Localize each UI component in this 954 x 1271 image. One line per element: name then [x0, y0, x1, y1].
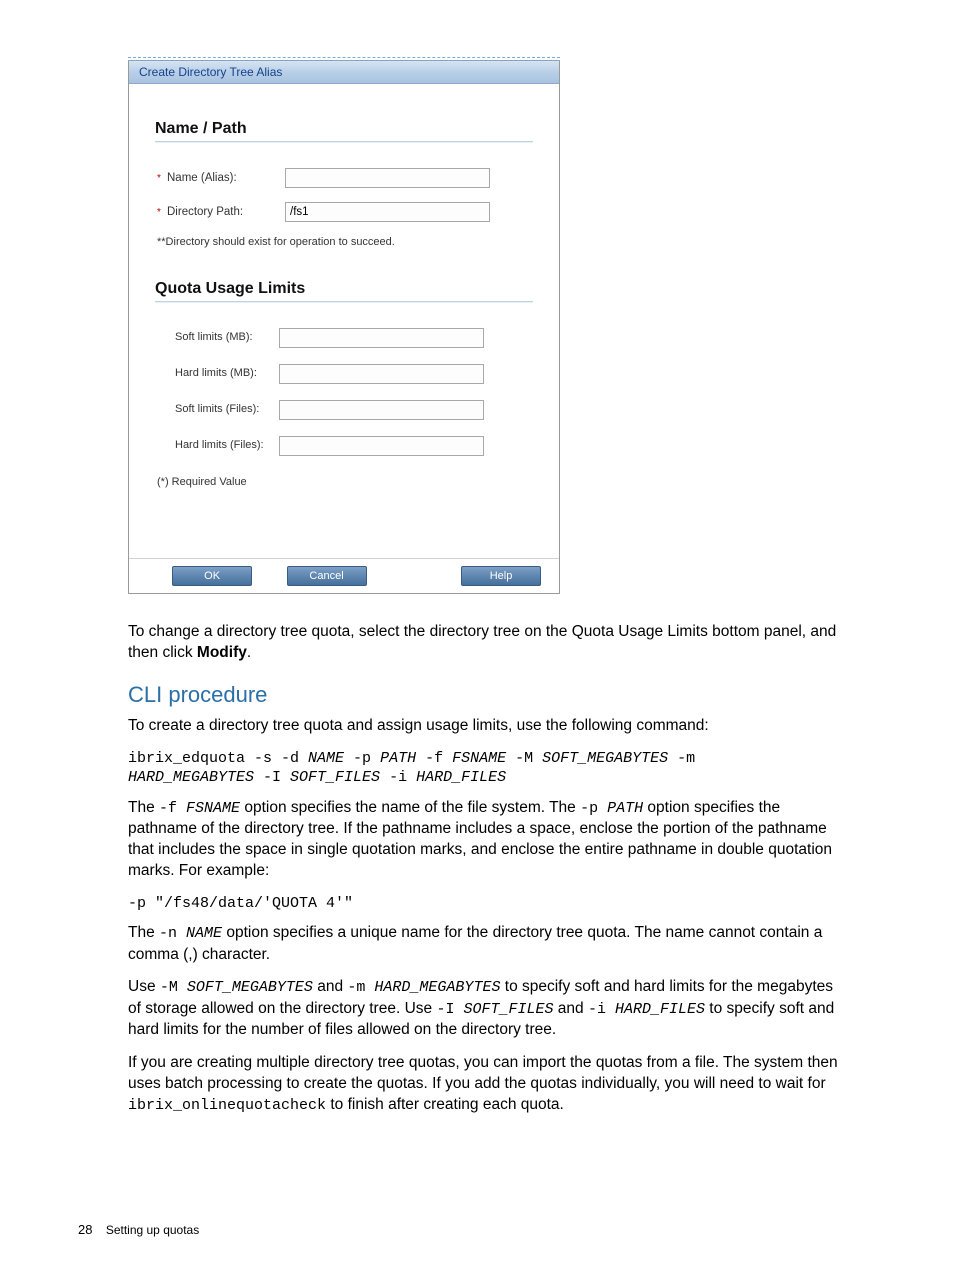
hard-limits-mb-input[interactable]	[279, 364, 484, 384]
hard-limits-files-input[interactable]	[279, 436, 484, 456]
footer-section-title: Setting up quotas	[106, 1223, 199, 1237]
heading-cli-procedure: CLI procedure	[128, 682, 844, 708]
section-quota-limits: Quota Usage Limits	[155, 280, 533, 302]
cancel-button[interactable]: Cancel	[287, 566, 367, 586]
paragraph-batch: If you are creating multiple directory t…	[128, 1053, 844, 1116]
directory-path-row: * Directory Path:	[157, 202, 545, 222]
ok-button[interactable]: OK	[172, 566, 252, 586]
paragraph-use-limits: Use -M SOFT_MEGABYTES and -m HARD_MEGABY…	[128, 977, 844, 1040]
section-name-path: Name / Path	[155, 120, 533, 142]
name-alias-row: * Name (Alias):	[157, 168, 545, 188]
hard-limits-files-row: Hard limits (Files):	[175, 436, 545, 456]
name-alias-input[interactable]	[285, 168, 490, 188]
command-path-example: -p "/fs48/data/'QUOTA 4'"	[128, 894, 844, 914]
directory-path-label: Directory Path:	[167, 206, 285, 218]
soft-limits-mb-input[interactable]	[279, 328, 484, 348]
help-button[interactable]: Help	[461, 566, 541, 586]
required-marker: *	[157, 207, 167, 218]
hard-limits-mb-label: Hard limits (MB):	[175, 364, 279, 379]
name-alias-label: Name (Alias):	[167, 172, 285, 184]
required-value-note: (*) Required Value	[157, 476, 545, 488]
soft-limits-files-label: Soft limits (Files):	[175, 400, 279, 415]
command-edquota: ibrix_edquota -s -d NAME -p PATH -f FSNA…	[128, 749, 844, 788]
paragraph-fsname: The -f FSNAME option specifies the name …	[128, 798, 844, 882]
page-footer: 28 Setting up quotas	[78, 1222, 199, 1237]
paragraph-modify: To change a directory tree quota, select…	[128, 622, 844, 664]
hard-limits-mb-row: Hard limits (MB):	[175, 364, 545, 384]
dialog-footer: OK Cancel Help	[129, 558, 559, 593]
hard-limits-files-label: Hard limits (Files):	[175, 436, 279, 451]
directory-path-input[interactable]	[285, 202, 490, 222]
required-marker: *	[157, 173, 167, 184]
paragraph-cli-intro: To create a directory tree quota and ass…	[128, 716, 844, 737]
directory-exist-note: **Directory should exist for operation t…	[157, 236, 545, 248]
soft-limits-mb-label: Soft limits (MB):	[175, 328, 279, 343]
create-directory-tree-alias-dialog: Create Directory Tree Alias Name / Path …	[128, 60, 560, 594]
soft-limits-mb-row: Soft limits (MB):	[175, 328, 545, 348]
page-number: 28	[78, 1222, 92, 1237]
soft-limits-files-row: Soft limits (Files):	[175, 400, 545, 420]
paragraph-name-option: The -n NAME option specifies a unique na…	[128, 923, 844, 965]
soft-limits-files-input[interactable]	[279, 400, 484, 420]
dialog-title: Create Directory Tree Alias	[129, 61, 559, 84]
